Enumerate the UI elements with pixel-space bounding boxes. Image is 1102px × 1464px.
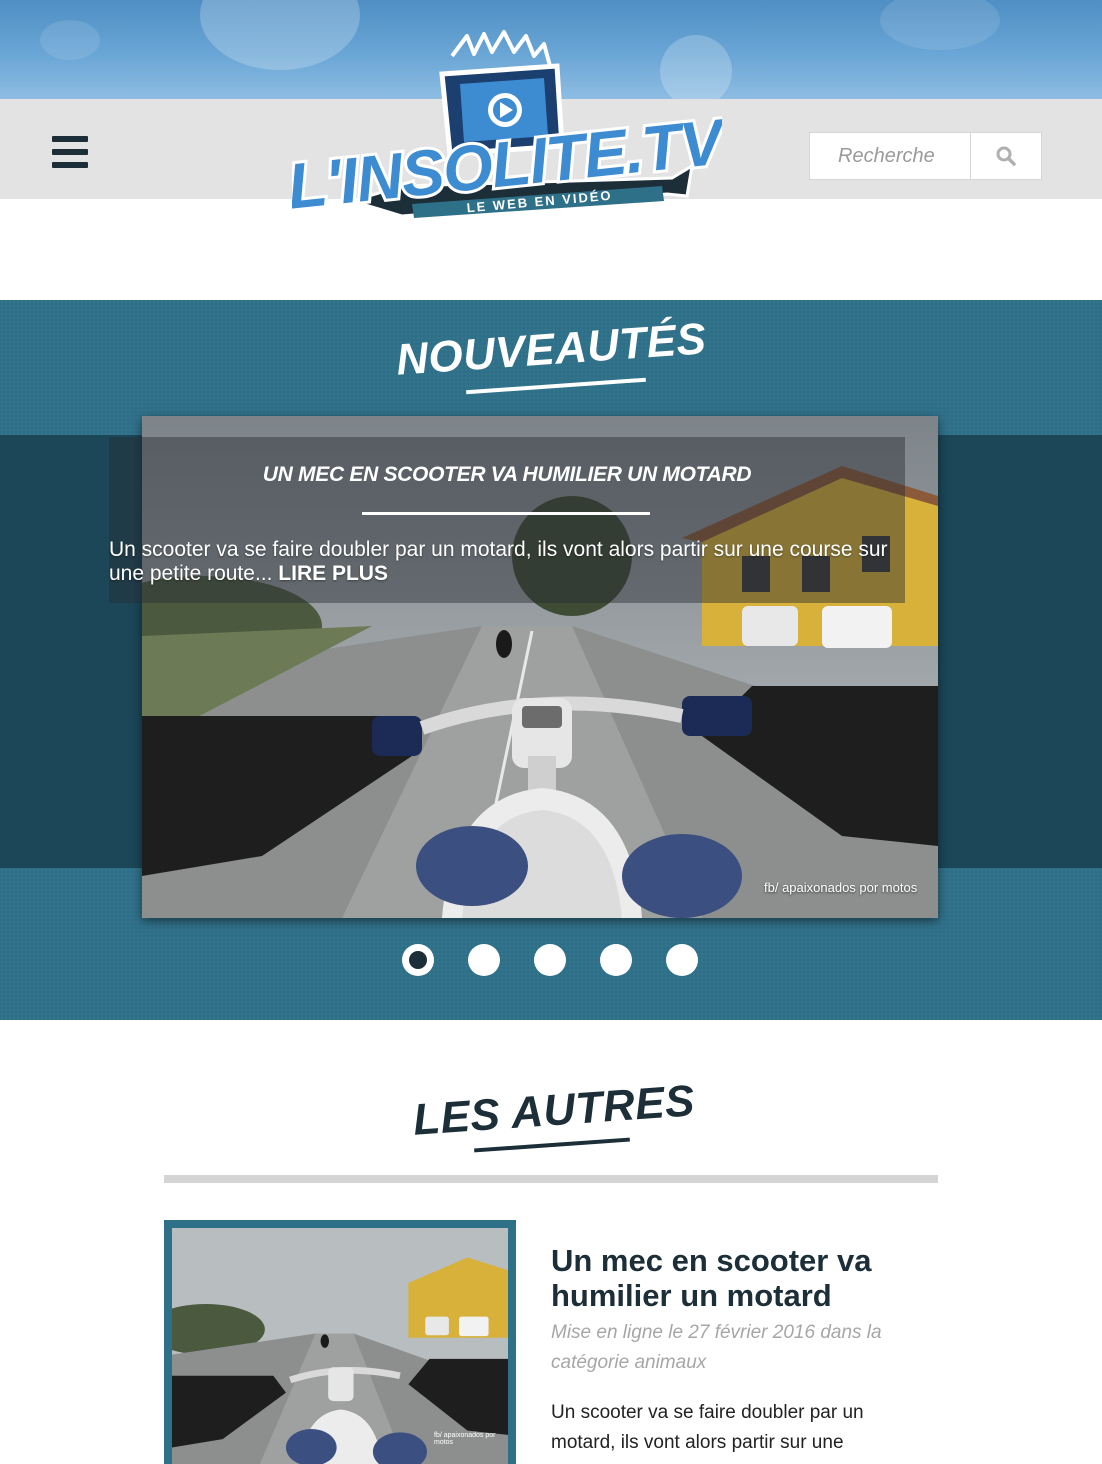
slide-title[interactable]: UN MEC EN SCOOTER VA HUMILIER UN MOTARD [109,463,905,487]
slide-title-separator [362,512,650,515]
carousel-dot-2[interactable] [468,944,500,976]
section-divider [164,1175,938,1183]
article-thumbnail-image [172,1228,508,1464]
search-input[interactable] [810,133,970,179]
article-thumbnail[interactable]: fb/ apaixonados por motos [164,1220,516,1464]
read-more-link[interactable]: LIRE PLUS [278,562,388,585]
slide-excerpt: Un scooter va se faire doubler par un mo… [109,538,899,586]
slide-excerpt-text: Un scooter va se faire doubler par un mo… [109,538,888,585]
hamburger-icon[interactable] [52,136,88,168]
search-box [809,132,1042,180]
article-meta: Mise en ligne le 27 février 2016 dans la… [551,1322,882,1373]
carousel-dot-4[interactable] [600,944,632,976]
others-heading: LES AUTRES [411,1076,697,1145]
carousel-dot-3[interactable] [534,944,566,976]
article-title[interactable]: Un mec en scooter va humilier un motard [551,1243,911,1313]
thumbnail-credit: fb/ apaixonados por motos [434,1432,496,1446]
site-logo[interactable]: LE WEB EN VIDÉO L'INSOLITE.TV [281,26,735,236]
article-excerpt: Un scooter va se faire doubler par un mo… [551,1402,864,1453]
carousel-dot-1[interactable] [402,944,434,976]
carousel-dots [402,944,698,976]
search-icon [996,146,1016,166]
carousel-dot-5[interactable] [666,944,698,976]
video-credit: fb/ apaixonados por motos [764,880,918,895]
search-button[interactable] [970,133,1041,179]
